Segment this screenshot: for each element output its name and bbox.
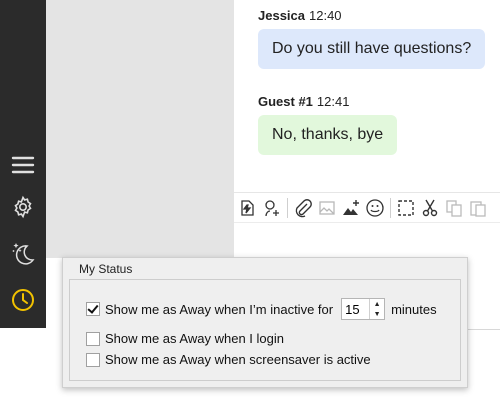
gear-icon[interactable]	[0, 190, 46, 224]
contact-list-pane	[46, 0, 234, 258]
image-icon[interactable]	[315, 196, 339, 220]
cut-icon[interactable]	[418, 196, 442, 220]
stepper-down-icon[interactable]: ▼	[370, 309, 384, 319]
inactive-away-checkbox[interactable]	[86, 302, 100, 316]
status-options-group: Show me as Away when I’m inactive for ▲ …	[69, 279, 461, 381]
inactive-away-option: Show me as Away when I’m inactive for ▲ …	[86, 298, 437, 320]
screensaver-away-label: Show me as Away when screensaver is acti…	[105, 352, 371, 367]
message-header: Guest #1 12:41	[258, 94, 349, 109]
inactive-minutes-input[interactable]	[342, 300, 370, 318]
stepper-buttons: ▲ ▼	[369, 299, 384, 319]
menu-icon[interactable]	[0, 148, 46, 182]
attach-icon[interactable]	[291, 196, 315, 220]
invite-user-icon[interactable]	[260, 196, 284, 220]
stepper-up-icon[interactable]: ▲	[370, 299, 384, 309]
my-status-panel: My Status Show me as Away when I’m inact…	[62, 257, 468, 388]
message-bubble: Do you still have questions?	[258, 29, 486, 69]
message-time: 12:40	[309, 8, 342, 23]
login-away-checkbox[interactable]	[86, 331, 100, 346]
sidebar	[0, 0, 46, 328]
inactive-minutes-stepper[interactable]: ▲ ▼	[341, 298, 386, 320]
paste-icon[interactable]	[466, 196, 490, 220]
moon-stars-icon[interactable]	[0, 236, 46, 270]
image-add-icon[interactable]	[339, 196, 363, 220]
minutes-label: minutes	[391, 301, 437, 317]
select-area-icon[interactable]	[394, 196, 418, 220]
toolbar-separator	[390, 197, 391, 218]
message-header: Jessica 12:40	[258, 8, 342, 23]
inactive-away-label: Show me as Away when I’m inactive for	[105, 301, 334, 317]
login-away-label: Show me as Away when I login	[105, 331, 284, 346]
message-toolbar	[234, 192, 500, 222]
login-away-option: Show me as Away when I login	[86, 331, 284, 346]
message-time: 12:41	[316, 94, 350, 109]
sender-name: Jessica	[258, 8, 305, 23]
chat-history: Jessica 12:40 Do you still have questions…	[234, 0, 500, 192]
transfer-file-icon[interactable]	[236, 196, 260, 220]
toolbar-separator	[287, 197, 288, 218]
copy-icon[interactable]	[442, 196, 466, 220]
screensaver-away-option: Show me as Away when screensaver is acti…	[86, 352, 371, 367]
message-bubble: No, thanks, bye	[258, 115, 398, 155]
screensaver-away-checkbox[interactable]	[86, 352, 100, 367]
sender-name: Guest #1	[258, 94, 313, 109]
clock-icon[interactable]	[0, 283, 46, 317]
smiley-icon[interactable]	[363, 196, 387, 220]
panel-title: My Status	[79, 262, 133, 276]
